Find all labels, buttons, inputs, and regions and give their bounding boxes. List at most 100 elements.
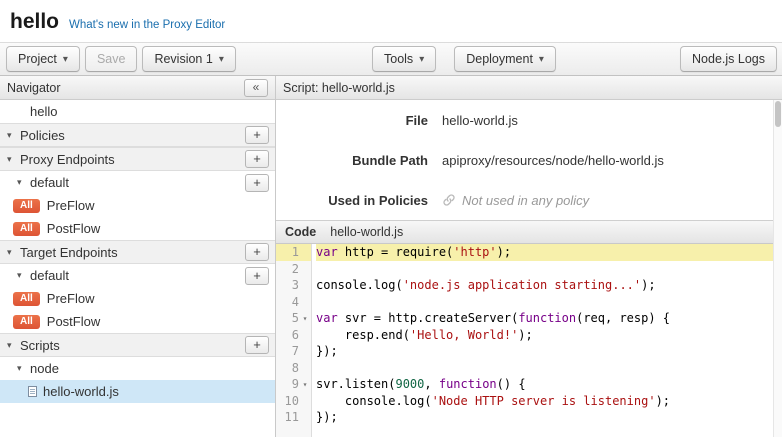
field-value: apiproxy/resources/node/hello-world.js — [442, 153, 664, 168]
nav-label: hello — [30, 104, 57, 119]
code-token: function — [518, 311, 576, 325]
code-line-7[interactable]: }); — [316, 343, 782, 360]
line-number: 11 — [285, 410, 299, 424]
add-button[interactable]: + — [245, 243, 269, 261]
nav-label: PreFlow — [47, 198, 95, 213]
code-line-5[interactable]: var svr = http.createServer(function(req… — [316, 310, 782, 327]
scrollbar-thumb[interactable] — [775, 101, 781, 127]
code-token: 'Node HTTP server is listening' — [432, 394, 656, 408]
fold-icon[interactable]: ▾ — [299, 380, 311, 389]
gutter-line-11: 11 — [276, 409, 311, 426]
line-number: 1 — [292, 245, 299, 259]
nav-section-target-endpoints[interactable]: ▾Target Endpoints+ — [0, 240, 275, 264]
nav-flow-postflow[interactable]: All PostFlow — [0, 217, 275, 240]
fold-icon[interactable]: ▾ — [299, 314, 311, 323]
code-header: Code hello-world.js — [276, 220, 782, 244]
file-icon — [28, 386, 37, 397]
caret-down-icon[interactable]: ▾ — [7, 130, 20, 141]
nodejs-logs-button[interactable]: Node.js Logs — [680, 46, 777, 72]
gutter-line-7: 7 — [276, 343, 311, 360]
nav-file-hello-world-js[interactable]: hello-world.js — [0, 380, 275, 403]
collapse-navigator-button[interactable]: « — [244, 79, 268, 97]
nav-label: hello-world.js — [43, 384, 119, 399]
code-token: }); — [316, 410, 338, 424]
line-number: 6 — [292, 328, 299, 342]
project-menu-label: Project — [18, 52, 57, 66]
deployment-menu-label: Deployment — [466, 52, 533, 66]
code-line-11[interactable]: }); — [316, 409, 782, 426]
gutter-line-10: 10 — [276, 393, 311, 410]
nav-label: Policies — [20, 128, 65, 143]
nav-section-proxy-endpoints[interactable]: ▾Proxy Endpoints+ — [0, 147, 275, 171]
line-number: 3 — [292, 278, 299, 292]
field-row-used-in-policies: Used in Policies Not used in any policy — [276, 180, 782, 220]
field-label: Bundle Path — [276, 153, 428, 168]
code-token: 'node.js application starting...' — [403, 278, 641, 292]
nav-flow-postflow[interactable]: AllPostFlow — [0, 310, 275, 333]
code-token: var — [316, 245, 338, 259]
line-number: 10 — [285, 394, 299, 408]
navigator-title: Navigator — [7, 81, 61, 95]
nav-section-policies[interactable]: ▾Policies + — [0, 123, 275, 147]
whats-new-link[interactable]: What's new in the Proxy Editor — [69, 19, 225, 31]
code-token: svr.listen( — [316, 377, 395, 391]
caret-down-icon[interactable]: ▾ — [17, 177, 30, 188]
code-token: ); — [656, 394, 670, 408]
editor-lines[interactable]: var http = require('http'); console.log(… — [312, 244, 782, 437]
caret-down-icon[interactable]: ▾ — [17, 363, 30, 374]
proxy-editor-window: hello What's new in the Proxy Editor Pro… — [0, 0, 782, 437]
code-line-9[interactable]: svr.listen(9000, function() { — [316, 376, 782, 393]
code-line-6[interactable]: resp.end('Hello, World!'); — [316, 327, 782, 344]
navigator-tree: hello▾Policies+▾Proxy Endpoints+▾default… — [0, 100, 275, 437]
caret-down-icon: ▾ — [63, 54, 68, 65]
nav-folder-node[interactable]: ▾node — [0, 357, 275, 380]
code-line-4[interactable] — [316, 294, 782, 311]
add-button[interactable]: + — [245, 174, 269, 192]
caret-down-icon[interactable]: ▾ — [7, 154, 20, 165]
field-row-bundle-path: Bundle Path apiproxy/resources/node/hell… — [276, 140, 782, 180]
nav-item-hello[interactable]: hello — [0, 100, 275, 123]
code-line-8[interactable] — [316, 360, 782, 377]
code-token: http = require( — [338, 245, 454, 259]
script-details: File hello-world.js Bundle Path apiproxy… — [276, 100, 782, 220]
line-number: 7 — [292, 344, 299, 358]
tools-menu-button[interactable]: Tools ▾ — [372, 46, 436, 72]
caret-down-icon[interactable]: ▾ — [7, 340, 20, 351]
caret-down-icon[interactable]: ▾ — [17, 270, 30, 281]
code-token: svr = http.createServer( — [338, 311, 519, 325]
nav-label: default — [30, 268, 69, 283]
revision-menu-button[interactable]: Revision 1 ▾ — [142, 46, 235, 72]
code-line-10[interactable]: console.log('Node HTTP server is listeni… — [316, 393, 782, 410]
deployment-menu-button[interactable]: Deployment ▾ — [454, 46, 556, 72]
add-button[interactable]: + — [245, 150, 269, 168]
line-number: 8 — [292, 361, 299, 375]
page-title: hello — [10, 10, 59, 34]
add-button[interactable]: + — [245, 267, 269, 285]
navigator-panel: Navigator « hello▾Policies+▾Proxy Endpoi… — [0, 76, 276, 437]
add-button[interactable]: + — [245, 126, 269, 144]
script-panel-header: Script: hello-world.js — [276, 76, 782, 100]
project-menu-button[interactable]: Project ▾ — [6, 46, 80, 72]
add-button[interactable]: + — [245, 336, 269, 354]
nav-subsection-default[interactable]: ▾default + — [0, 264, 275, 287]
nav-flow-preflow[interactable]: AllPreFlow — [0, 287, 275, 310]
flow-all-badge: All — [13, 222, 40, 236]
code-line-3[interactable]: console.log('node.js application startin… — [316, 277, 782, 294]
code-token: 9000 — [395, 377, 424, 391]
script-panel-title: Script: hello-world.js — [283, 81, 395, 95]
vertical-scrollbar[interactable] — [773, 100, 782, 437]
caret-down-icon: ▾ — [219, 54, 224, 65]
code-token: console.log( — [316, 394, 432, 408]
caret-down-icon: ▾ — [419, 54, 424, 65]
save-button[interactable]: Save — [85, 46, 138, 72]
code-tab-label: Code — [285, 225, 316, 239]
code-line-1[interactable]: var http = require('http'); — [316, 244, 782, 261]
code-editor[interactable]: 12345▾6789▾1011 var http = require('http… — [276, 244, 782, 437]
code-line-2[interactable] — [316, 261, 782, 278]
nav-label: PostFlow — [47, 221, 100, 236]
nav-section-scripts[interactable]: ▾Scripts+ — [0, 333, 275, 357]
toolbar: Project ▾ Save Revision 1 ▾ Tools ▾ Depl… — [0, 42, 782, 76]
nav-subsection-default[interactable]: ▾default+ — [0, 171, 275, 194]
caret-down-icon[interactable]: ▾ — [7, 247, 20, 258]
nav-flow-preflow[interactable]: AllPreFlow — [0, 194, 275, 217]
